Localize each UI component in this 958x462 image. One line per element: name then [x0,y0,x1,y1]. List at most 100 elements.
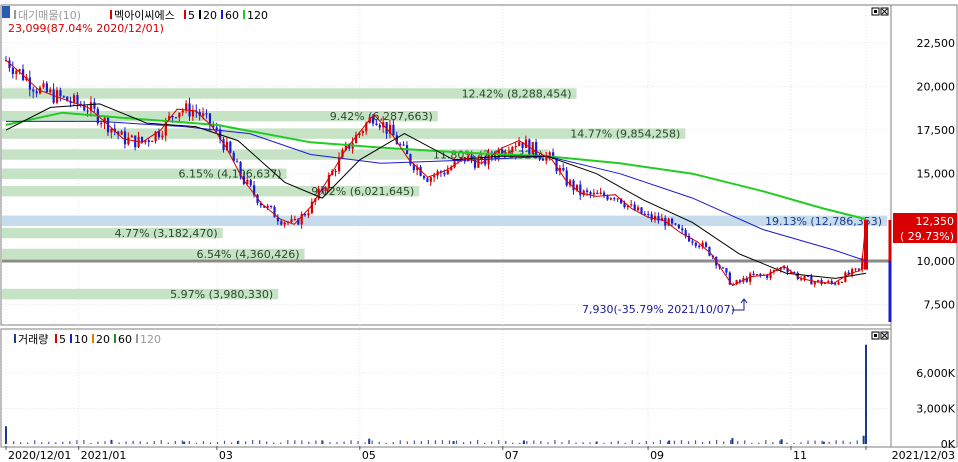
volume-bar [216,442,219,444]
volume-bar [27,442,29,444]
volume-bar [638,442,640,444]
candle-body [854,268,857,270]
candle-body [290,219,293,223]
candle-body [599,192,602,195]
volume-bar [83,439,85,444]
volume-legend-label: 10 [74,333,88,346]
current-price: 12,350 [916,215,955,228]
volume-legend-label: 120 [140,333,161,346]
price-tick-label: 10,000 [917,255,956,268]
candle-body [422,175,426,179]
volume-bar [617,440,619,444]
volume-bar [41,442,43,444]
volume-bar [455,440,458,444]
volume-bar [452,441,455,444]
volume-bar [526,441,528,444]
volume-profile-label: 6.15% (4,106,637) [178,168,281,181]
time-tick-label: 03 [219,449,233,462]
last-candle-body [864,219,868,270]
candle-body [120,131,123,135]
candle-body [755,274,759,276]
candle-body [100,123,103,125]
candle-body [127,137,130,145]
volume-bar [849,442,851,444]
time-tick-label: 07 [505,449,519,462]
candle-body [392,124,395,136]
price-tick-label: 7,500 [924,299,956,312]
candle-body [698,245,701,248]
candle-body [446,169,449,175]
legend-label: 대기매물(10) [18,9,81,22]
volume-tick-label: 3,000K [916,403,955,416]
candle-body [677,224,680,229]
candle-body [817,280,820,282]
volume-bar [350,440,352,444]
volume-bar [673,440,676,444]
volume-bar [512,442,514,444]
volume-profile-label: 9.02% (6,021,645) [311,185,414,198]
volume-bar [406,441,408,444]
volume-bar [118,442,120,444]
volume-legend-swatch [70,334,72,343]
volume-bar [505,440,507,444]
time-tick-label: 2021/12/03 [892,449,955,462]
volume-bar [596,441,598,444]
candle-body [840,281,844,283]
candle-body [11,68,14,75]
time-tick-label: 11 [793,449,807,462]
legend-swatch [221,10,223,19]
volume-bar [708,441,711,444]
candle-body [45,83,48,93]
candle-body [270,205,273,207]
volume-legend-label: 거래량 [18,333,48,346]
candle-body [375,123,378,126]
candle-body [725,268,728,273]
volume-bar [252,439,254,444]
volume-bar [315,440,317,444]
volume-bar [765,440,767,444]
legend-label: 멕아이씨에스 [114,9,175,22]
legend-swatch [110,10,112,19]
candle-body [752,273,755,275]
candle-body [72,95,76,103]
volume-bar [610,441,612,444]
candle-body [334,170,337,172]
price-tick-label: 20,000 [917,81,956,94]
volume-bar [568,440,570,444]
volume-profile-label: 9.42% (6,287,663) [330,110,433,123]
volume-bar [153,440,155,444]
volume-bar [862,435,865,444]
volume-bar [701,442,704,444]
candle-body [409,154,412,165]
volume-bar [427,440,429,444]
price-tick-label: 17,500 [917,124,956,137]
candle-body [236,161,239,163]
volume-bar [624,442,626,444]
volume-legend-swatch [14,334,16,343]
volume-bar [280,442,282,444]
volume-bar [160,440,162,444]
volume-bar [174,440,176,444]
volume-bar [645,440,647,444]
volume-bar [90,442,92,444]
candle-body [361,131,364,134]
candle-body [86,110,89,112]
volume-bar [125,441,127,444]
candle-body [548,152,551,156]
candle-body [511,147,514,153]
volume-bar [582,442,584,444]
legend-swatch [199,10,201,19]
candle-body [249,179,252,186]
legend-label: 20 [203,9,217,22]
restore-icon-inner [874,10,877,13]
volume-bar [48,441,50,444]
candle-body [674,223,677,225]
volume-bar [139,441,141,444]
candle-body [694,242,697,246]
volume-bar [842,440,844,444]
candle-body [830,281,833,284]
candle-body [32,89,35,92]
stock-chart: 5.97% (3,980,330) 6.54% (4,360,426) 4.77% … [0,4,958,462]
volume-bar [6,441,8,444]
candle-body [759,274,762,276]
